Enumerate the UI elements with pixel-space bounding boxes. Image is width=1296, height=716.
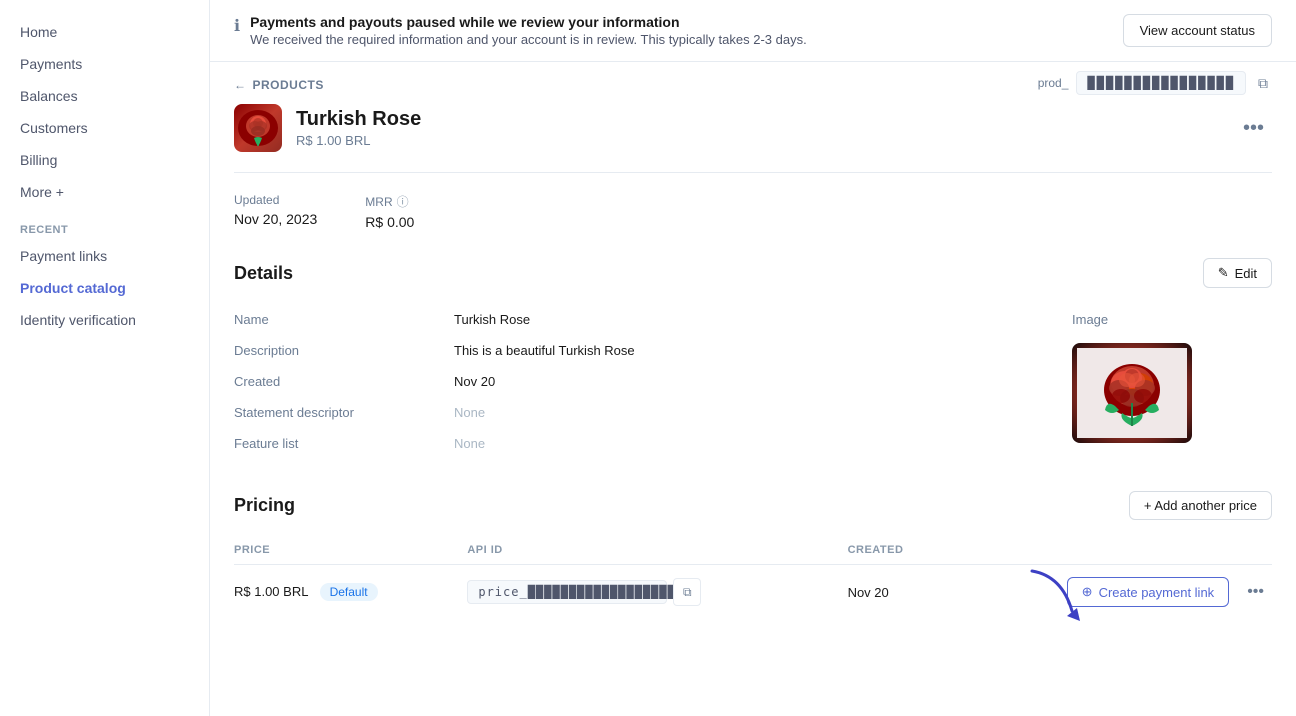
pricing-table-head: PRICE API ID CREATED — [234, 536, 1272, 565]
sidebar-item-balances[interactable]: Balances — [0, 80, 209, 112]
product-thumbnail — [234, 104, 282, 152]
pricing-row-actions: ⊕ Create payment link ••• — [938, 577, 1272, 607]
details-title: Details — [234, 263, 293, 284]
price-value: R$ 1.00 BRL — [234, 584, 308, 599]
mrr-info-icon[interactable]: ⓘ — [397, 193, 409, 210]
pencil-icon: ✎ — [1218, 265, 1229, 281]
banner-title: Payments and payouts paused while we rev… — [250, 14, 807, 30]
pricing-header-row: PRICE API ID CREATED — [234, 536, 1272, 565]
detail-description-value: This is a beautiful Turkish Rose — [454, 335, 1072, 366]
api-id-field-area: price_████████████████████ ⧉ — [467, 578, 847, 606]
add-price-button[interactable]: + Add another price — [1129, 491, 1272, 520]
details-grid: Name Turkish Rose Description This is a … — [234, 304, 1072, 459]
banner-left: ℹ Payments and payouts paused while we r… — [234, 14, 807, 47]
copy-api-id-button[interactable]: ⧉ — [673, 578, 701, 606]
stat-mrr-label: MRR ⓘ — [365, 193, 414, 210]
details-image-area: Image — [1072, 304, 1272, 459]
col-created: CREATED — [848, 536, 939, 565]
sidebar-item-payments[interactable]: Payments — [0, 48, 209, 80]
sidebar-item-billing[interactable]: Billing — [0, 144, 209, 176]
detail-description-label: Description — [234, 335, 454, 366]
sidebar-item-product-catalog[interactable]: Product catalog — [0, 272, 209, 304]
details-section-header: Details ✎ Edit — [234, 258, 1272, 288]
product-price: R$ 1.00 BRL — [296, 133, 421, 148]
banner-subtitle: We received the required information and… — [250, 32, 807, 47]
stat-mrr-value: R$ 0.00 — [365, 214, 414, 230]
detail-statement-label: Statement descriptor — [234, 397, 454, 428]
details-content: Name Turkish Rose Description This is a … — [234, 304, 1272, 459]
detail-name-label: Name — [234, 304, 454, 335]
sidebar-item-customers[interactable]: Customers — [0, 112, 209, 144]
pricing-section: Pricing + Add another price PRICE API ID… — [234, 491, 1272, 619]
api-id-field[interactable]: price_████████████████████ — [467, 580, 667, 604]
stat-updated-value: Nov 20, 2023 — [234, 211, 317, 227]
col-price: PRICE — [234, 536, 467, 565]
detail-name-value: Turkish Rose — [454, 304, 1072, 335]
product-info: Turkish Rose R$ 1.00 BRL — [296, 108, 421, 148]
detail-created-value: Nov 20 — [454, 366, 1072, 397]
product-image-preview — [1072, 343, 1192, 443]
product-id-value: ████████████████ — [1076, 71, 1246, 95]
row-created: Nov 20 — [848, 565, 939, 620]
pricing-row-menu-button[interactable]: ••• — [1239, 579, 1272, 605]
review-banner: ℹ Payments and payouts paused while we r… — [210, 0, 1296, 62]
main-content: ℹ Payments and payouts paused while we r… — [210, 0, 1296, 716]
breadcrumb[interactable]: ← PRODUCTS — [234, 62, 324, 104]
product-id-prefix: prod_ — [1038, 76, 1069, 90]
edit-label: Edit — [1235, 266, 1257, 281]
product-id-area: prod_ ████████████████ ⧉ — [1038, 71, 1272, 96]
link-plus-icon: ⊕ — [1082, 584, 1093, 600]
pricing-title: Pricing — [234, 495, 295, 516]
pricing-table: PRICE API ID CREATED R$ 1.00 BRL Default — [234, 536, 1272, 619]
product-name: Turkish Rose — [296, 108, 421, 131]
detail-statement-value: None — [454, 397, 1072, 428]
pricing-table-body: R$ 1.00 BRL Default price_██████████████… — [234, 565, 1272, 620]
product-header: Turkish Rose R$ 1.00 BRL ••• — [234, 104, 1272, 173]
row-actions: ⊕ Create payment link ••• — [938, 565, 1272, 620]
page-content: ← PRODUCTS prod_ ████████████████ ⧉ — [210, 62, 1296, 675]
image-field-label: Image — [1072, 304, 1272, 335]
create-payment-label: Create payment link — [1099, 585, 1215, 600]
view-account-status-button[interactable]: View account status — [1123, 14, 1272, 47]
sidebar-item-identity-verification[interactable]: Identity verification — [0, 304, 209, 336]
detail-feature-value: None — [454, 428, 1072, 459]
sidebar-item-payment-links[interactable]: Payment links — [0, 240, 209, 272]
pricing-section-header: Pricing + Add another price — [234, 491, 1272, 520]
stat-updated-label: Updated — [234, 193, 317, 207]
default-badge: Default — [320, 583, 378, 601]
edit-button[interactable]: ✎ Edit — [1203, 258, 1272, 288]
create-payment-link-button[interactable]: ⊕ Create payment link — [1067, 577, 1230, 607]
col-actions — [938, 536, 1272, 565]
banner-text: Payments and payouts paused while we rev… — [250, 14, 807, 47]
product-header-left: Turkish Rose R$ 1.00 BRL — [234, 104, 421, 152]
details-section: Details ✎ Edit Name Turkish Rose Descrip… — [234, 258, 1272, 459]
recent-section-label: Recent — [0, 208, 209, 240]
breadcrumb-label: PRODUCTS — [253, 78, 324, 92]
sidebar-nav: Home Payments Balances Customers Billing… — [0, 16, 209, 208]
stats-row: Updated Nov 20, 2023 MRR ⓘ R$ 0.00 — [234, 193, 1272, 230]
row-price: R$ 1.00 BRL Default — [234, 565, 467, 620]
details-fields: Name Turkish Rose Description This is a … — [234, 304, 1072, 459]
breadcrumb-arrow: ← — [234, 78, 247, 92]
row-api-id: price_████████████████████ ⧉ — [467, 565, 847, 620]
info-icon: ℹ — [234, 16, 240, 36]
stat-mrr: MRR ⓘ R$ 0.00 — [365, 193, 414, 230]
product-menu-button[interactable]: ••• — [1235, 113, 1272, 144]
stat-updated: Updated Nov 20, 2023 — [234, 193, 317, 230]
detail-created-label: Created — [234, 366, 454, 397]
sidebar-item-home[interactable]: Home — [0, 16, 209, 48]
sidebar: Home Payments Balances Customers Billing… — [0, 0, 210, 716]
col-api-id: API ID — [467, 536, 847, 565]
detail-feature-label: Feature list — [234, 428, 454, 459]
copy-product-id-button[interactable]: ⧉ — [1254, 71, 1272, 96]
pricing-row: R$ 1.00 BRL Default price_██████████████… — [234, 565, 1272, 620]
sidebar-item-more[interactable]: More + — [0, 176, 209, 208]
